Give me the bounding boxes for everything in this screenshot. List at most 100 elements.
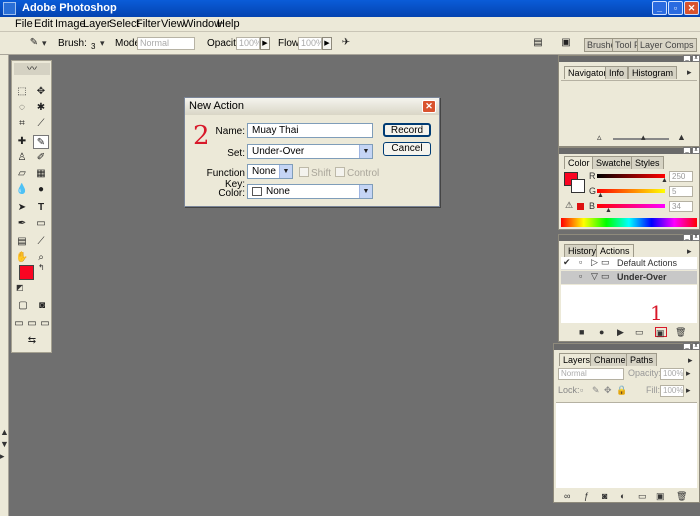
- trash-icon[interactable]: 🗑: [675, 327, 686, 338]
- b-value-input[interactable]: 34: [669, 201, 693, 212]
- palette-well-icon[interactable]: ▣: [558, 36, 574, 50]
- record-icon[interactable]: ●: [599, 327, 604, 337]
- adjustment-layer-icon[interactable]: ◐: [620, 491, 625, 501]
- minimize-icon[interactable]: _: [683, 234, 691, 241]
- menu-select[interactable]: Select: [109, 18, 140, 30]
- action-name-input[interactable]: Muay Thai: [247, 123, 373, 138]
- menu-layer[interactable]: Layer: [83, 18, 111, 30]
- pen-icon[interactable]: ✒: [14, 217, 30, 231]
- list-item[interactable]: ✔ ▫ ▷ ▭ Default Actions: [561, 257, 697, 270]
- brush-size[interactable]: 3: [91, 42, 95, 51]
- standard-mode-icon[interactable]: ▢: [15, 299, 31, 313]
- color-ramp[interactable]: [561, 218, 697, 227]
- layer-style-icon[interactable]: ƒ: [584, 491, 589, 501]
- menu-image[interactable]: Image: [55, 18, 86, 30]
- gamut-warning-icon[interactable]: ⚠: [565, 200, 573, 211]
- slice-icon[interactable]: ⟋: [33, 117, 49, 131]
- hand-icon[interactable]: ✋: [14, 251, 30, 265]
- zoom-in-icon[interactable]: ▲: [677, 132, 686, 142]
- maximize-icon[interactable]: ▫: [668, 1, 683, 15]
- zoom-out-icon[interactable]: ▵: [597, 132, 602, 143]
- expand-triangle-icon[interactable]: ▷: [591, 257, 598, 268]
- chevron-down-icon[interactable]: ▼: [359, 145, 372, 158]
- file-browser-icon[interactable]: ▤: [530, 36, 546, 50]
- lock-transparency-icon[interactable]: ▫: [580, 385, 583, 395]
- tab-paths[interactable]: Paths: [626, 353, 658, 366]
- minimize-icon[interactable]: _: [652, 1, 667, 15]
- chevron-down-icon[interactable]: ▼: [279, 165, 292, 178]
- close-icon[interactable]: x: [692, 234, 700, 241]
- close-icon[interactable]: ✕: [684, 1, 699, 15]
- background-color-swatch[interactable]: [571, 179, 585, 193]
- r-slider-handle-icon[interactable]: ▲: [661, 177, 668, 184]
- fill-input[interactable]: 100%: [660, 385, 684, 397]
- opacity-arrow-icon[interactable]: ▸: [686, 368, 691, 379]
- healing-brush-icon[interactable]: ✚: [14, 135, 30, 149]
- notes-icon[interactable]: ▤: [14, 235, 30, 249]
- menu-help[interactable]: Help: [217, 18, 240, 30]
- cancel-button[interactable]: Cancel: [383, 142, 431, 156]
- mode-select[interactable]: Normal: [137, 37, 195, 50]
- palette-menu-icon[interactable]: ▸: [688, 355, 693, 366]
- shift-checkbox[interactable]: [299, 167, 309, 177]
- history-brush-icon[interactable]: ✐: [33, 151, 49, 165]
- control-checkbox[interactable]: [335, 167, 345, 177]
- minimize-icon[interactable]: _: [683, 343, 691, 350]
- brush-preset-dropdown-icon[interactable]: ▾: [100, 38, 105, 49]
- opacity-slider-arrow-icon[interactable]: ▶: [260, 37, 270, 50]
- default-colors-icon[interactable]: ◩: [16, 283, 24, 292]
- screen-mode-standard-icon[interactable]: ▭: [13, 317, 25, 331]
- r-value-input[interactable]: 250: [669, 171, 693, 182]
- crop-icon[interactable]: ⌗: [14, 117, 30, 131]
- path-selection-icon[interactable]: ➤: [14, 201, 30, 215]
- trash-icon[interactable]: 🗑: [676, 491, 687, 502]
- dialog-toggle-icon[interactable]: ▫: [579, 257, 582, 267]
- close-icon[interactable]: x: [692, 147, 700, 154]
- swap-colors-icon[interactable]: ↰: [38, 263, 45, 272]
- eraser-icon[interactable]: ▱: [14, 167, 30, 181]
- record-button[interactable]: Record: [383, 123, 431, 137]
- tab-layers[interactable]: Layers: [559, 353, 595, 366]
- move-icon[interactable]: ✥: [33, 85, 49, 99]
- tab-info[interactable]: Info: [605, 66, 629, 79]
- brush-tool-icon[interactable]: ✎: [26, 36, 42, 50]
- lock-position-icon[interactable]: ✥: [604, 385, 612, 396]
- close-icon[interactable]: x: [692, 343, 700, 350]
- dialog-close-icon[interactable]: ✕: [422, 100, 436, 113]
- list-item[interactable]: ▫ ▽ ▭ Under-Over: [561, 271, 697, 284]
- lasso-icon[interactable]: ◌: [14, 101, 30, 115]
- eyedropper-icon[interactable]: ⟋: [33, 235, 49, 249]
- tab-styles[interactable]: Styles: [631, 156, 664, 169]
- action-color-select[interactable]: None ▼: [247, 184, 373, 199]
- play-icon[interactable]: ▶: [617, 327, 624, 338]
- tab-actions[interactable]: Actions: [596, 244, 634, 257]
- new-action-icon[interactable]: ▣: [655, 327, 667, 338]
- scroll-up-icon[interactable]: ▲: [0, 427, 9, 437]
- new-group-icon[interactable]: ▭: [638, 491, 647, 502]
- flow-slider-arrow-icon[interactable]: ▶: [322, 37, 332, 50]
- zoom-slider-handle-icon[interactable]: ▴: [641, 132, 646, 143]
- gradient-icon[interactable]: ▦: [33, 167, 49, 181]
- chevron-down-icon[interactable]: ▼: [359, 185, 372, 198]
- airbrush-icon[interactable]: ✈: [338, 36, 354, 50]
- menu-edit[interactable]: Edit: [34, 18, 53, 30]
- screen-mode-full-menu-icon[interactable]: ▭: [26, 317, 38, 331]
- minimize-icon[interactable]: _: [683, 147, 691, 154]
- dialog-toggle-icon[interactable]: ▫: [579, 271, 582, 281]
- lock-image-icon[interactable]: ✎: [592, 385, 600, 396]
- minimize-icon[interactable]: _: [683, 55, 691, 62]
- toggle-check-icon[interactable]: ✔: [563, 257, 571, 268]
- lock-all-icon[interactable]: 🔒: [616, 385, 627, 396]
- shape-icon[interactable]: ▭: [33, 217, 49, 231]
- feather-logo-icon[interactable]: 〰: [14, 63, 50, 75]
- marquee-icon[interactable]: ⬚: [14, 85, 30, 99]
- b-slider-handle-icon[interactable]: ▲: [605, 207, 612, 214]
- fill-arrow-icon[interactable]: ▸: [686, 385, 691, 396]
- gamut-color-swatch[interactable]: [577, 203, 584, 210]
- new-set-icon[interactable]: ▭: [635, 327, 644, 338]
- function-key-select[interactable]: None ▼: [247, 164, 293, 179]
- quick-mask-icon[interactable]: ◙: [34, 299, 50, 313]
- dodge-icon[interactable]: ●: [33, 183, 49, 197]
- type-icon[interactable]: T: [33, 201, 49, 215]
- r-slider[interactable]: [597, 174, 665, 178]
